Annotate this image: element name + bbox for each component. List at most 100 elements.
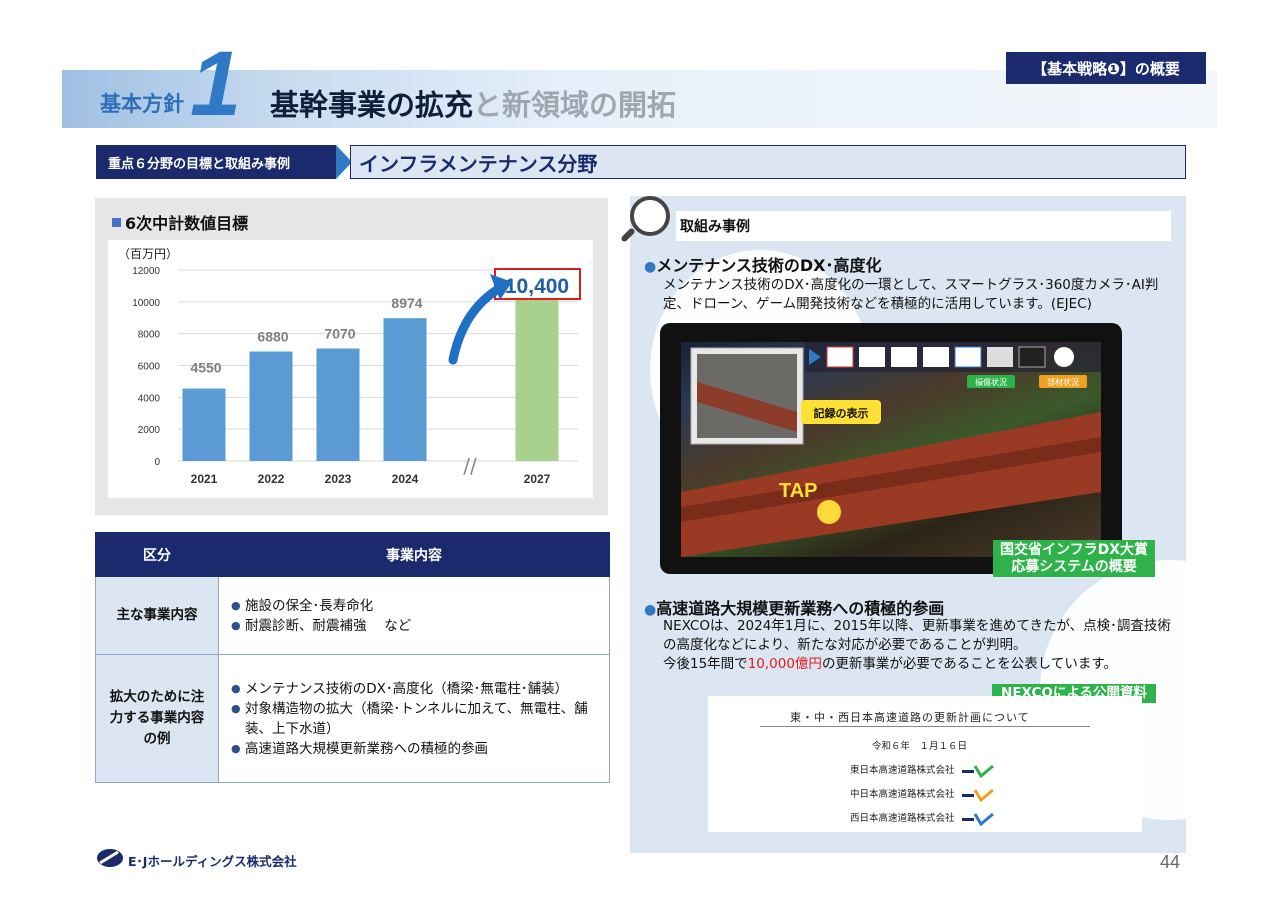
doc-company-name: 西日本高速道路株式会社 xyxy=(850,813,955,824)
page-title: 基幹事業の拡充と新領域の開拓 xyxy=(270,82,676,124)
magnifier-icon xyxy=(630,196,670,236)
section-label: 重点６分野の目標と取組み事例 xyxy=(96,145,336,179)
nexco-central-logo-icon xyxy=(961,788,994,802)
pen-tool-icon xyxy=(891,347,917,367)
layers-icon xyxy=(987,347,1013,367)
doc-company-name: 中日本高速道路株式会社 xyxy=(850,789,955,800)
table-row: 主な事業内容 施設の保全･長寿命化 耐震診断、耐震補強 など xyxy=(95,576,610,655)
company-name: E･Jホールディングス株式会社 xyxy=(128,854,297,869)
doc-title: 東・中・西日本高速道路の更新計画について xyxy=(790,711,1030,724)
list-item: 対象構造物の拡大（橋梁･トンネルに加えて、無電柱、舗装、上下水道） xyxy=(231,699,603,739)
y-tick-label: 4000 xyxy=(138,393,161,404)
x-tick-label: 2023 xyxy=(325,472,352,486)
dx-award-tag-line1: 国交省インフラDX大賞 xyxy=(1000,542,1148,558)
y-tick-label: 2000 xyxy=(138,425,161,436)
chart-heading: 6次中計数値目標 xyxy=(112,210,248,234)
bar xyxy=(515,295,559,461)
bar xyxy=(383,318,427,461)
dx-award-tag: 国交省インフラDX大賞 応募システムの概要 xyxy=(993,540,1155,577)
data-label: 6880 xyxy=(257,328,288,344)
case2-text-para1: NEXCOは、2024年1月に、2015年以降、更新事業を進めてきたが、点検･調… xyxy=(663,618,1171,653)
list-item: メンテナンス技術のDX･高度化（橋梁･無電柱･舗装） xyxy=(231,679,603,699)
tap-label: TAP xyxy=(779,480,818,502)
page-number: 44 xyxy=(1160,852,1181,872)
table-header-content: 事業内容 xyxy=(218,532,610,577)
dx-award-tag-line2: 応募システムの概要 xyxy=(1011,559,1137,575)
capture-icon xyxy=(923,347,949,367)
case-study-label: 取組み事例 xyxy=(676,211,1171,241)
table-header-category: 区分 xyxy=(95,532,219,577)
chart-heading-text: 6次中計数値目標 xyxy=(125,214,249,233)
y-tick-label: 0 xyxy=(154,457,160,468)
doc-company: 西日本高速道路株式会社 xyxy=(850,810,995,826)
line-tool-icon xyxy=(859,347,885,367)
doc-company-name: 東日本高速道路株式会社 xyxy=(850,765,955,776)
doc-company: 東日本高速道路株式会社 xyxy=(850,762,995,778)
nexco-east-logo-icon xyxy=(961,764,994,778)
case-study-label-text: 取組み事例 xyxy=(680,219,750,235)
list-item: 施設の保全･長寿命化 xyxy=(231,596,603,616)
table-row-content: 施設の保全･長寿命化 耐震診断、耐震補強 など xyxy=(218,576,610,655)
section-title: インフラメンテナンス分野 xyxy=(350,145,1186,179)
growth-arrow-icon xyxy=(448,283,505,365)
case2-text-b: 今後15年間で xyxy=(663,656,748,672)
data-label: 7070 xyxy=(324,325,355,341)
nexco-west-logo-icon xyxy=(961,812,994,826)
company-logo-icon xyxy=(97,849,123,867)
case1-heading: ●メンテナンス技術のDX･高度化 xyxy=(644,252,882,276)
list-item: 高速道路大規模更新業務への積極的参画 xyxy=(231,739,603,759)
case2-text-c: の更新事業が必要であることを公表しています。 xyxy=(821,656,1118,672)
doc-divider xyxy=(760,726,1090,727)
image-icon xyxy=(954,346,982,368)
x-tick-label: 2021 xyxy=(191,472,218,486)
bullet-dot-icon: ● xyxy=(644,602,657,618)
y-tick-label: 8000 xyxy=(138,330,161,341)
keyboard-icon xyxy=(1018,346,1046,368)
table-row-key: 主な事業内容 xyxy=(95,576,219,655)
title-sub: と新領域の開拓 xyxy=(473,88,677,122)
case1-text: メンテナンス技術のDX･高度化の一環として、スマートグラス･360度カメラ･AI… xyxy=(663,277,1159,312)
bullet-dot-icon: ● xyxy=(644,259,657,275)
doc-company: 中日本高速道路株式会社 xyxy=(850,786,995,802)
settings-gear-icon xyxy=(1054,347,1074,367)
data-label: 8974 xyxy=(391,295,422,311)
x-tick-label: 2027 xyxy=(524,472,551,486)
business-table: 区分 事業内容 主な事業内容 施設の保全･長寿命化 耐震診断、耐震補強 など 拡… xyxy=(95,532,610,783)
bar xyxy=(249,351,293,461)
x-tick-label: 2024 xyxy=(392,472,419,486)
square-bullet-icon xyxy=(112,218,121,227)
y-tick-label: 6000 xyxy=(138,362,161,373)
tap-hand-icon xyxy=(817,500,841,524)
inspection-app-image: 損傷状況 部材状況 記録の表示 TAP xyxy=(681,342,1101,557)
bar xyxy=(182,388,226,461)
policy-label: 基本方針 xyxy=(100,92,184,116)
strategy-tag: 【基本戦略❶】の概要 xyxy=(1006,52,1206,84)
highlight-amount: 10,000億円 xyxy=(747,656,822,672)
axis-break-mark: // xyxy=(463,454,477,478)
table-row: 拡大のために注力する事業内容の例 メンテナンス技術のDX･高度化（橋梁･無電柱･… xyxy=(95,654,610,783)
app-screenshot: 損傷状況 部材状況 記録の表示 TAP xyxy=(681,342,1101,557)
record-callout-text: 記録の表示 xyxy=(814,406,869,420)
record-icon xyxy=(826,346,854,368)
case2-text-para2: 今後15年間で10,000億円の更新事業が必要であることを公表しています。 xyxy=(663,655,1173,674)
unit-label: （百万円） xyxy=(118,247,178,261)
list-item: 耐震診断、耐震補強 など xyxy=(231,616,603,636)
data-label: 4550 xyxy=(190,360,221,376)
table-row-key: 拡大のために注力する事業内容の例 xyxy=(95,654,219,783)
title-main: 基幹事業の拡充 xyxy=(270,88,474,122)
bar xyxy=(316,348,360,461)
doc-date: 令和６年 １月１６日 xyxy=(872,741,968,752)
table-row-content: メンテナンス技術のDX･高度化（橋梁･無電柱･舗装） 対象構造物の拡大（橋梁･ト… xyxy=(218,654,610,783)
bar-chart: （百万円） 0 2000 4000 6000 8000 10000 12000 2021 4550… xyxy=(118,247,581,486)
case2-text: NEXCOは、2024年1月に、2015年以降、更新事業を進めてきたが、点検･調… xyxy=(663,617,1173,674)
y-tick-label: 10000 xyxy=(132,298,160,309)
y-tick-label: 12000 xyxy=(132,266,160,277)
case2-heading: ●高速道路大規模更新業務への積極的参画 xyxy=(644,595,944,619)
case2-heading-text: 高速道路大規模更新業務への積極的参画 xyxy=(656,599,945,618)
member-status-text: 部材状況 xyxy=(1047,377,1079,387)
x-tick-label: 2022 xyxy=(258,472,285,486)
target-value-label: 10,400 xyxy=(505,275,569,298)
policy-number: 1 xyxy=(190,33,242,135)
damage-status-text: 損傷状況 xyxy=(975,377,1007,387)
case1-heading-text: メンテナンス技術のDX･高度化 xyxy=(656,256,882,275)
